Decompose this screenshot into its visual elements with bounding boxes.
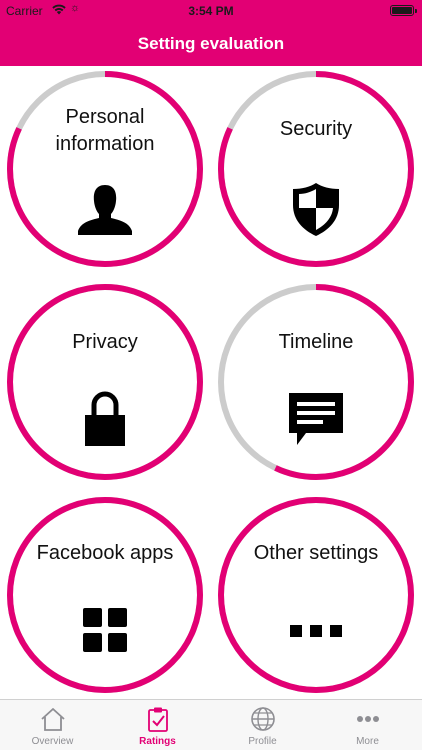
shield-icon (293, 183, 339, 236)
status-bar: Carrier ☼ 3:54 PM (0, 0, 422, 22)
navigation-bar: Setting evaluation (0, 22, 422, 66)
battery-full-icon (390, 5, 417, 16)
globe-icon (251, 707, 275, 731)
person-icon (78, 185, 132, 235)
tab-overview[interactable]: Overview (0, 700, 105, 750)
tab-more[interactable]: More (315, 700, 420, 750)
progress-ring (218, 71, 414, 267)
evaluation-grid: Personal information Security Privacy Ti… (0, 66, 422, 699)
progress-ring (7, 497, 203, 693)
tile-other-settings[interactable]: Other settings (216, 495, 416, 695)
progress-ring (7, 71, 203, 267)
status-time: 3:54 PM (188, 4, 234, 18)
tile-security[interactable]: Security (216, 69, 416, 269)
tile-label: Timeline (278, 331, 354, 353)
tile-label: Personal information (55, 106, 155, 155)
ring-progress (7, 284, 203, 480)
tile-label: Security (279, 118, 353, 140)
progress-ring (7, 284, 203, 480)
home-icon (41, 708, 65, 731)
speech-bubble-icon (289, 393, 343, 445)
tab-label: Overview (31, 736, 74, 747)
tab-label: More (356, 736, 379, 747)
tile-privacy[interactable]: Privacy (5, 282, 205, 482)
tile-personal-information[interactable]: Personal information (5, 69, 205, 269)
tile-label: Other settings (253, 542, 379, 564)
tab-bar: Overview Ratings Profile More (0, 699, 422, 750)
tab-profile[interactable]: Profile (210, 700, 315, 750)
tile-timeline[interactable]: Timeline (216, 282, 416, 482)
lock-icon (85, 391, 125, 446)
page-title: Setting evaluation (137, 34, 285, 53)
tile-label: Facebook apps (36, 542, 174, 564)
tab-label: Profile (248, 736, 277, 747)
progress-ring (218, 284, 414, 480)
more-dots-icon (357, 716, 379, 722)
more-dots-icon (290, 625, 342, 637)
clipboard-check-icon (148, 707, 168, 732)
progress-ring (218, 497, 414, 693)
tile-facebook-apps[interactable]: Facebook apps (5, 495, 205, 695)
tab-label: Ratings (139, 736, 176, 747)
tile-label: Privacy (72, 331, 138, 353)
tab-ratings[interactable]: Ratings (105, 700, 210, 750)
apps-grid-icon (83, 608, 127, 652)
